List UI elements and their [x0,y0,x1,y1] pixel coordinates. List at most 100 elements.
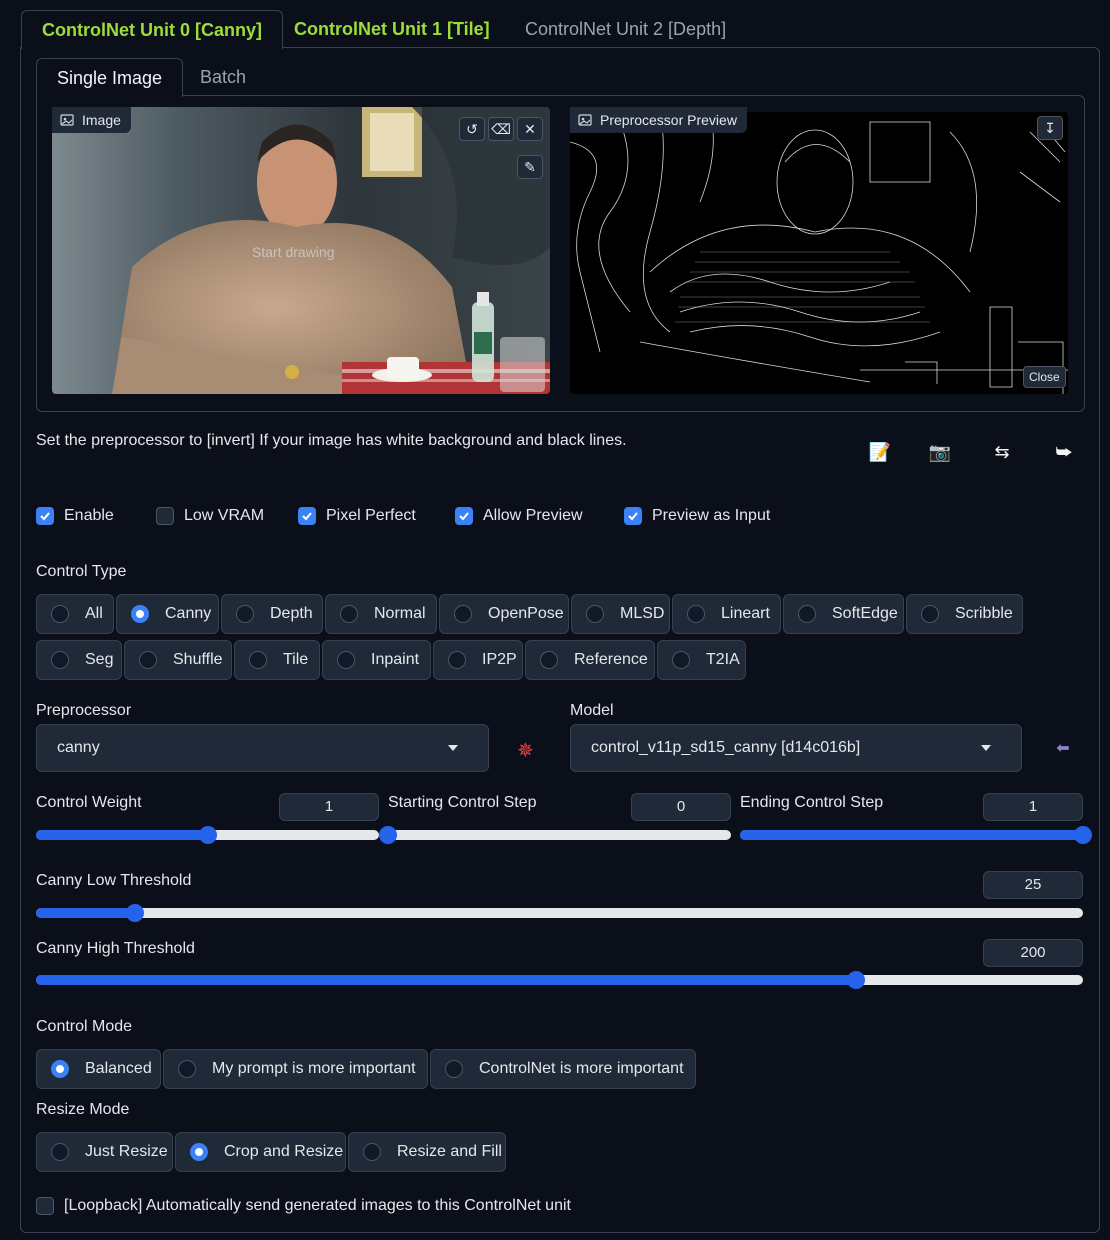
control-type-scribble[interactable]: Scribble [906,594,1023,634]
image-icon [60,114,74,126]
control-mode-label: Control Mode [36,1018,133,1035]
control-type-tile[interactable]: Tile [234,640,320,680]
radio-label: My prompt is more important [212,1060,416,1077]
checkbox-checked-icon [36,507,54,525]
radio-label: Balanced [85,1060,152,1077]
radio-label: Crop and Resize [224,1143,344,1160]
radio-label: Shuffle [173,651,223,668]
control-type-lineart[interactable]: Lineart [672,594,781,634]
control-mode-controlnet-important[interactable]: ControlNet is more important [430,1049,696,1089]
control-type-depth[interactable]: Depth [221,594,323,634]
download-icon[interactable]: ↧ [1037,116,1063,140]
radio-label: Reference [574,651,648,668]
image-label: Image [52,107,131,133]
radio-label: Canny [165,605,212,622]
ending-control-step-input[interactable]: 1 [983,793,1083,821]
control-weight-slider[interactable] [36,826,379,844]
undo-icon[interactable]: ↺ [459,117,485,141]
model-value: control_v11p_sd15_canny [d14c016b] [591,739,861,756]
starting-control-step-input[interactable]: 0 [631,793,731,821]
swap-icon[interactable]: ⇆ [990,440,1014,464]
tab-batch[interactable]: Batch [180,58,266,96]
close-preview-button[interactable]: Close [1023,366,1066,388]
radio-icon [687,605,705,623]
model-dropdown[interactable]: control_v11p_sd15_canny [d14c016b] [570,724,1022,772]
control-type-shuffle[interactable]: Shuffle [124,640,232,680]
resize-mode-crop-and-resize[interactable]: Crop and Resize [175,1132,346,1172]
slider-thumb[interactable] [1074,826,1092,844]
slider-thumb[interactable] [198,826,217,844]
preview-as-input-checkbox[interactable]: Preview as Input [624,507,770,525]
canny-low-threshold-label: Canny Low Threshold [36,872,192,889]
control-type-reference[interactable]: Reference [525,640,655,680]
canny-high-threshold-slider[interactable] [36,971,1083,989]
eraser-icon[interactable]: ⌫ [488,117,514,141]
resize-mode-resize-and-fill[interactable]: Resize and Fill [348,1132,506,1172]
control-type-t2ia[interactable]: T2IA [657,640,746,680]
pixel-perfect-label: Pixel Perfect [326,507,416,524]
control-type-label: Control Type [36,563,127,580]
radio-icon [586,605,604,623]
allow-preview-checkbox[interactable]: Allow Preview [455,507,583,525]
send-dimensions-icon[interactable]: ⮩ [1052,440,1076,464]
radio-label: Seg [85,651,114,668]
preprocessor-dropdown[interactable]: canny [36,724,489,772]
input-image-canvas[interactable]: Start drawing [52,107,550,394]
radio-label: IP2P [482,651,517,668]
radio-icon [51,651,69,669]
preprocessor-preview-image [570,112,1068,394]
resize-mode-label: Resize Mode [36,1101,130,1118]
preprocessor-value: canny [57,739,100,756]
radio-label: Just Resize [85,1143,168,1160]
run-preprocessor-icon[interactable]: ✵ [517,738,534,763]
edit-icon[interactable]: 📝 [868,440,892,464]
control-type-ip2p[interactable]: IP2P [433,640,523,680]
ending-control-step-slider[interactable] [740,826,1092,844]
canny-low-threshold-input[interactable]: 25 [983,871,1083,899]
control-type-mlsd[interactable]: MLSD [571,594,670,634]
control-mode-prompt-important[interactable]: My prompt is more important [163,1049,428,1089]
control-type-inpaint[interactable]: Inpaint [322,640,431,680]
canny-low-threshold-slider[interactable] [36,904,1083,922]
control-mode-balanced[interactable]: Balanced [36,1049,161,1089]
radio-label: SoftEdge [832,605,898,622]
loopback-checkbox[interactable]: [Loopback] Automatically send generated … [36,1197,571,1215]
radio-icon [51,605,69,623]
control-type-softedge[interactable]: SoftEdge [783,594,904,634]
tab-controlnet-unit-0[interactable]: ControlNet Unit 0 [Canny] [21,10,283,49]
radio-icon [672,651,690,669]
radio-selected-icon [131,605,149,623]
checkbox-checked-icon [624,507,642,525]
pixel-perfect-checkbox[interactable]: Pixel Perfect [298,507,416,525]
control-type-all[interactable]: All [36,594,114,634]
checkbox-unchecked-icon [156,507,174,525]
tab-controlnet-unit-2[interactable]: ControlNet Unit 2 [Depth] [505,10,746,48]
enable-label: Enable [64,507,114,524]
preprocessor-preview-label: Preprocessor Preview [570,107,747,133]
canny-high-threshold-input[interactable]: 200 [983,939,1083,967]
radio-icon [798,605,816,623]
brush-icon[interactable]: ✎ [517,155,543,179]
radio-icon [454,605,472,623]
refresh-models-icon[interactable]: ⬅ [1050,738,1076,762]
control-type-normal[interactable]: Normal [325,594,437,634]
slider-thumb[interactable] [125,904,144,922]
slider-thumb[interactable] [379,826,397,844]
resize-mode-just-resize[interactable]: Just Resize [36,1132,173,1172]
tab-controlnet-unit-1[interactable]: ControlNet Unit 1 [Tile] [274,10,510,48]
checkbox-checked-icon [298,507,316,525]
close-icon[interactable]: ✕ [517,117,543,141]
checkbox-unchecked-icon [36,1197,54,1215]
enable-checkbox[interactable]: Enable [36,507,114,525]
radio-label: MLSD [620,605,665,622]
low-vram-checkbox[interactable]: Low VRAM [156,507,264,525]
control-type-seg[interactable]: Seg [36,640,122,680]
invert-hint: Set the preprocessor to [invert] If your… [36,432,627,449]
control-type-openpose[interactable]: OpenPose [439,594,569,634]
starting-control-step-slider[interactable] [379,826,731,844]
control-weight-input[interactable]: 1 [279,793,379,821]
control-type-canny[interactable]: Canny [116,594,219,634]
camera-icon[interactable]: 📷 [928,440,952,464]
tab-single-image[interactable]: Single Image [36,58,184,97]
radio-label: Tile [283,651,309,668]
